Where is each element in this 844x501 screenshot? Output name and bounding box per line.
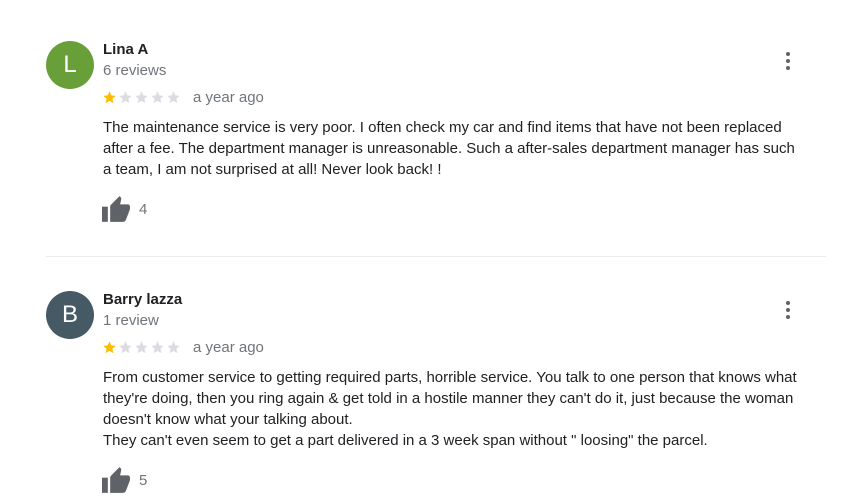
thumb-up-icon — [102, 467, 130, 493]
star-empty-icon — [167, 91, 180, 104]
reviewer-name[interactable]: Lina A — [103, 41, 148, 58]
star-rating — [102, 90, 181, 105]
more-vert-icon[interactable] — [778, 298, 798, 322]
star-empty-icon — [135, 91, 148, 104]
star-rating — [102, 340, 181, 355]
review-card: L Lina A 6 reviews a year ago The mainte… — [0, 0, 844, 256]
more-vert-icon[interactable] — [778, 49, 798, 73]
like-button[interactable]: 4 — [102, 196, 147, 222]
avatar[interactable]: L — [46, 41, 94, 89]
review-text: The maintenance service is very poor. I … — [103, 119, 795, 178]
star-empty-icon — [119, 91, 132, 104]
avatar-initial: B — [61, 301, 78, 328]
review-count[interactable]: 1 review — [103, 312, 159, 329]
thumb-up-icon — [102, 196, 130, 222]
review-card: B Barry lazza 1 review a year ago From c… — [0, 257, 844, 501]
avatar-initial: L — [63, 51, 77, 78]
review-text: From customer service to getting require… — [103, 369, 797, 449]
star-empty-icon — [135, 341, 148, 354]
star-empty-icon — [151, 341, 164, 354]
like-count: 4 — [139, 200, 148, 218]
like-count: 5 — [139, 471, 148, 489]
star-filled-icon — [103, 91, 116, 104]
review-count[interactable]: 6 reviews — [103, 62, 166, 79]
like-button[interactable]: 5 — [102, 467, 147, 493]
review-date: a year ago — [193, 89, 264, 106]
star-empty-icon — [167, 341, 180, 354]
avatar[interactable]: B — [46, 291, 94, 339]
review-date: a year ago — [193, 339, 264, 356]
star-filled-icon — [103, 341, 116, 354]
reviewer-name[interactable]: Barry lazza — [103, 291, 182, 308]
star-empty-icon — [119, 341, 132, 354]
star-empty-icon — [151, 91, 164, 104]
